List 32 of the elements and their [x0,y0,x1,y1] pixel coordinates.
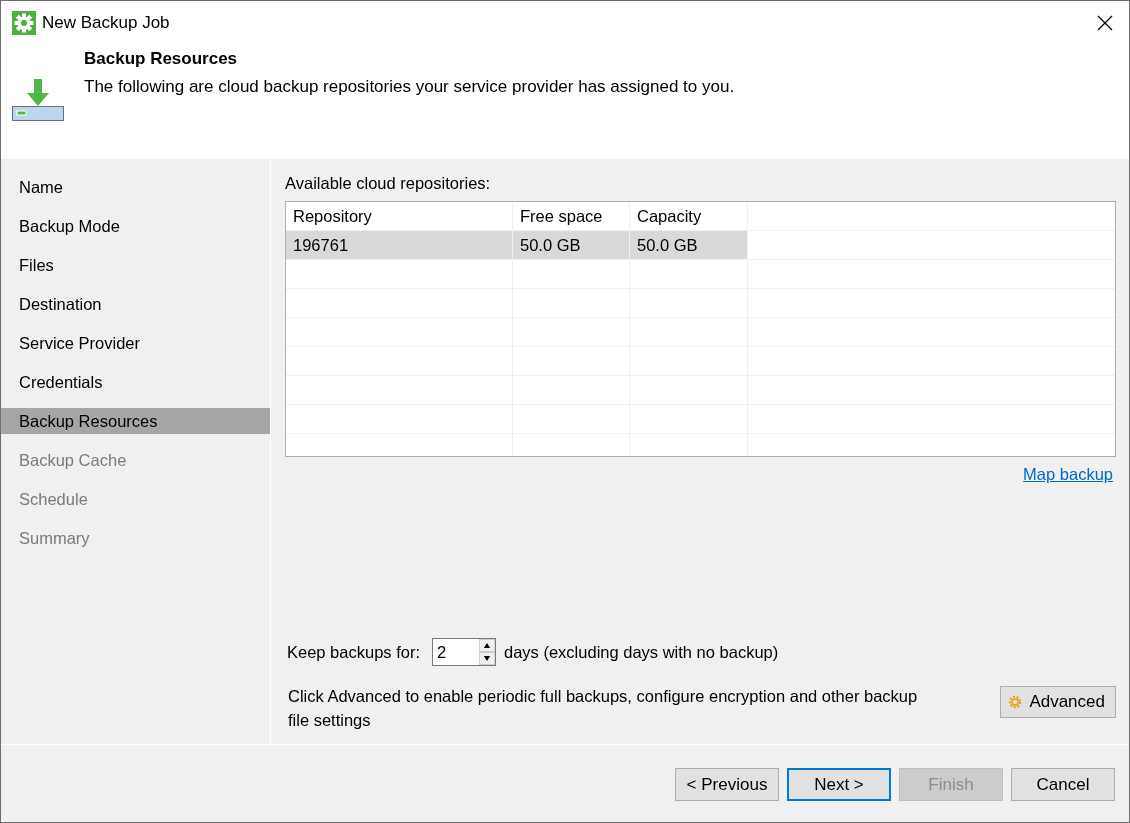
table-cell: 50.0 GB [630,231,748,259]
days-label: days (excluding days with no backup) [504,642,779,662]
table-cell: 196761 [286,231,513,259]
table-cell: 50.0 GB [513,231,630,259]
wizard-step[interactable]: Credentials [1,369,270,395]
window-title: New Backup Job [42,13,170,33]
wizard-step[interactable]: Destination [1,291,270,317]
download-drive-icon [12,79,64,121]
spinner-arrows-icon[interactable] [479,639,495,665]
keep-backups-label: Keep backups for: [287,642,420,662]
page-description: The following are cloud backup repositories your service provider has assigned to you. [84,77,735,97]
table-row[interactable]: 196761 50.0 GB 50.0 GB [286,231,1115,260]
wizard-button[interactable]: < Previous [675,768,779,801]
map-backup-link[interactable]: Map backup [1023,465,1113,484]
wizard-step[interactable]: Name [1,174,270,200]
column-header[interactable]: Repository [286,202,513,230]
days-field[interactable]: 2 [433,639,479,665]
column-header[interactable]: Free space [513,202,630,230]
repositories-label: Available cloud repositories: [285,174,492,193]
wizard-step[interactable]: Service Provider [1,330,270,356]
close-icon[interactable] [1097,15,1113,31]
advanced-description: Click Advanced to enable periodic full backups, configure encryption and other backup file settings [288,686,919,731]
page-title: Backup Resources [84,49,239,69]
wizard-step[interactable]: Backup Resources [1,408,270,434]
wizard-step[interactable]: Backup Mode [1,213,270,239]
column-header[interactable]: Capacity [630,202,748,230]
wizard-button[interactable]: Next > [787,768,891,801]
wizard-button[interactable]: Cancel [1011,768,1115,801]
gear-icon [12,11,36,35]
advanced-button[interactable]: Advanced [1000,686,1116,718]
days-spinner[interactable]: 2 [432,638,496,666]
wizard-step[interactable]: Files [1,252,270,278]
